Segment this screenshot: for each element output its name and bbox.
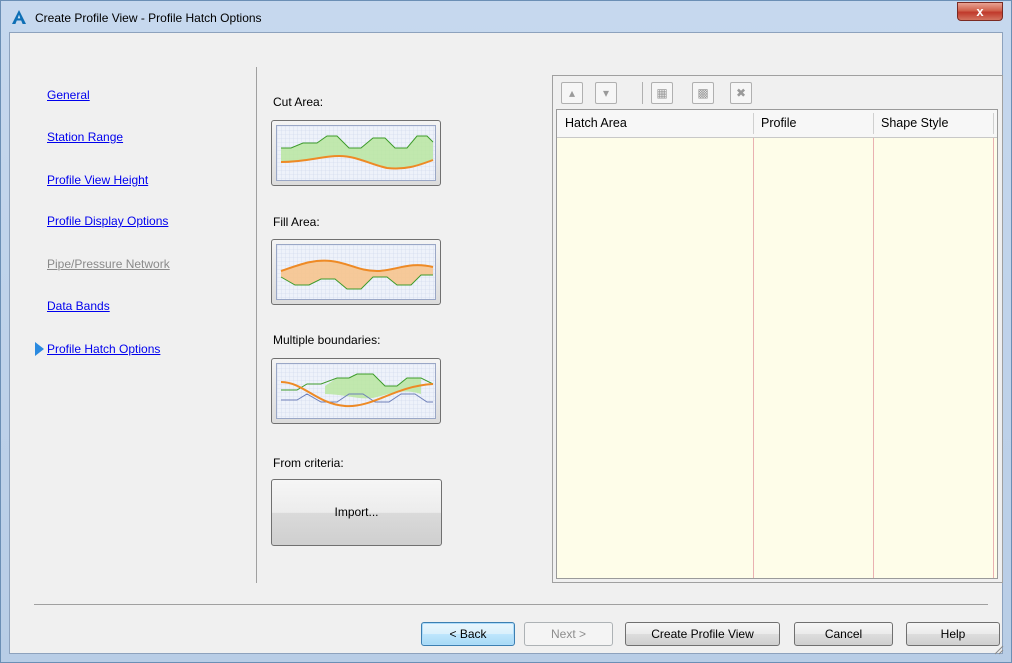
dialog-client-area: General Station Range Profile View Heigh… [9,32,1004,655]
fill-area-preview-graphic [277,245,435,299]
multiple-boundaries-label: Multiple boundaries: [273,333,381,347]
nav-item-profile-hatch-options[interactable]: Profile Hatch Options [47,342,160,356]
create-profile-view-button[interactable]: Create Profile View [625,622,780,646]
nav-item-station-range[interactable]: Station Range [47,130,123,144]
table-header: Hatch Area Profile Shape Style [557,110,997,138]
help-button[interactable]: Help [906,622,1000,646]
delete-icon[interactable]: ✖ [730,82,752,104]
hatch-grid-panel: ▴ ▾ ▦ ▩ ✖ Hatch Area Profile Shape Style [552,75,1003,583]
multiple-boundaries-preview [276,363,436,419]
cancel-button[interactable]: Cancel [794,622,893,646]
from-criteria-label: From criteria: [273,456,344,470]
multiple-boundaries-button[interactable] [271,358,441,424]
current-step-arrow-icon [35,342,44,356]
move-up-icon[interactable]: ▴ [561,82,583,104]
nav-item-data-bands[interactable]: Data Bands [47,299,110,313]
fill-area-button[interactable] [271,239,441,305]
cut-area-button[interactable] [271,120,441,186]
import-button[interactable]: Import... [271,479,442,546]
column-header-shape-style[interactable]: Shape Style [873,110,993,137]
cut-area-label: Cut Area: [273,95,324,109]
hatch-table[interactable]: Hatch Area Profile Shape Style [556,109,998,579]
column-gridline [753,138,754,578]
footer-divider [34,604,988,605]
autocad-app-icon [12,10,26,24]
nav-item-general[interactable]: General [47,88,90,102]
nav-item-profile-view-height[interactable]: Profile View Height [47,173,148,187]
grid-toolbar: ▴ ▾ ▦ ▩ ✖ [553,76,1002,110]
wizard-nav: General Station Range Profile View Heigh… [10,33,250,593]
dialog-window: Create Profile View - Profile Hatch Opti… [0,0,1012,663]
window-title: Create Profile View - Profile Hatch Opti… [35,11,262,25]
back-button[interactable]: < Back [421,622,515,646]
column-divider [993,113,994,134]
move-down-icon[interactable]: ▾ [595,82,617,104]
title-bar[interactable]: Create Profile View - Profile Hatch Opti… [1,1,1011,33]
resize-grip-icon[interactable] [992,643,1004,655]
next-button: Next > [524,622,613,646]
cut-area-preview-graphic [277,126,435,180]
add-hatch-icon[interactable]: ▦ [651,82,673,104]
column-header-hatch-area[interactable]: Hatch Area [557,110,753,137]
column-gridline [993,138,994,578]
nav-item-profile-display-options[interactable]: Profile Display Options [47,214,168,228]
cut-area-preview [276,125,436,181]
toolbar-separator [642,82,643,104]
add-hatch-all-icon[interactable]: ▩ [692,82,714,104]
fill-area-label: Fill Area: [273,215,320,229]
vertical-divider [256,67,257,583]
multiple-boundaries-preview-graphic [277,364,435,418]
nav-item-pipe-pressure-network: Pipe/Pressure Network [47,257,170,271]
close-button[interactable]: x [957,2,1003,21]
column-gridline [873,138,874,578]
column-header-profile[interactable]: Profile [753,110,873,137]
fill-area-preview [276,244,436,300]
